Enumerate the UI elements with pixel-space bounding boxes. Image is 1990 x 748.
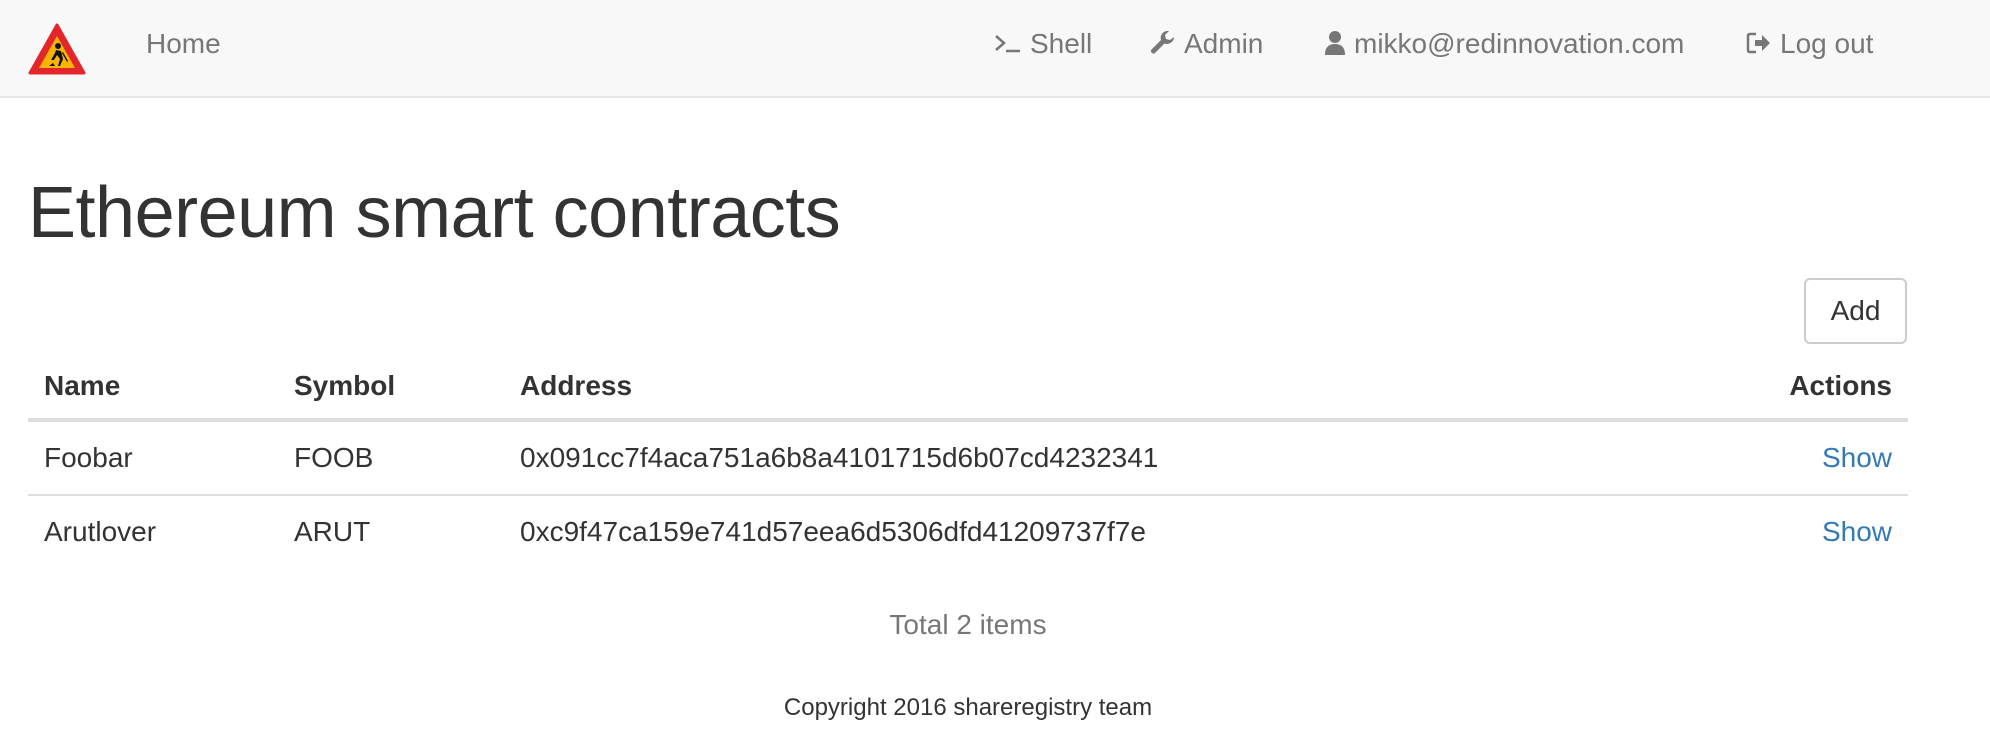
table-row: Foobar FOOB 0x091cc7f4aca751a6b8a4101715…	[28, 420, 1908, 495]
contract-name: Arutlover	[28, 494, 278, 568]
column-header-address: Address	[504, 354, 1674, 422]
terminal-icon	[995, 34, 1020, 52]
contract-address: 0xc9f47ca159e741d57eea6d5306dfd41209737f…	[504, 494, 1674, 568]
construction-warning-icon[interactable]	[27, 22, 87, 77]
table-row: Arutlover ARUT 0xc9f47ca159e741d57eea6d5…	[28, 494, 1908, 568]
log-out-icon	[1746, 32, 1770, 53]
nav-shell-link[interactable]: Shell	[994, 0, 1092, 88]
page-title: Ethereum smart contracts	[28, 173, 841, 253]
show-link[interactable]: Show	[1822, 516, 1892, 547]
add-button[interactable]: Add	[1804, 278, 1907, 344]
total-items-count: Total 2 items	[889, 609, 1047, 640]
nav-admin-label: Admin	[1184, 28, 1264, 59]
footer-copyright: Copyright 2016 shareregistry team	[783, 694, 1153, 721]
column-header-symbol: Symbol	[278, 354, 504, 422]
nav-admin-link[interactable]: Admin	[1150, 0, 1263, 88]
contracts-table: Name Symbol Address Actions Foobar FOOB …	[28, 354, 1908, 568]
user-icon	[1325, 30, 1345, 55]
nav-user-link[interactable]: mikko@redinnovation.com	[1324, 0, 1684, 88]
nav-logout-link[interactable]: Log out	[1746, 0, 1873, 88]
contract-address: 0x091cc7f4aca751a6b8a4101715d6b07cd42323…	[520, 442, 1159, 473]
contract-symbol: ARUT	[278, 494, 504, 568]
nav-logout-label: Log out	[1780, 28, 1874, 59]
column-header-actions: Actions	[1673, 354, 1908, 422]
table-header-row: Name Symbol Address Actions	[28, 354, 1908, 422]
wrench-icon	[1151, 30, 1174, 54]
contract-name: Foobar	[44, 442, 133, 473]
nav-user-label: mikko@redinnovation.com	[1354, 28, 1685, 59]
actions-cell: Show	[1673, 420, 1908, 495]
actions-cell: Show	[1673, 494, 1908, 568]
nav-shell-label: Shell	[1030, 28, 1093, 59]
contract-symbol: FOOB	[294, 442, 374, 473]
top-navbar: Home Shell Admin mikko@redinnovation.com…	[0, 0, 1990, 98]
show-link[interactable]: Show	[1822, 442, 1892, 473]
column-header-name: Name	[28, 354, 278, 422]
nav-home-link[interactable]: Home	[146, 0, 221, 88]
